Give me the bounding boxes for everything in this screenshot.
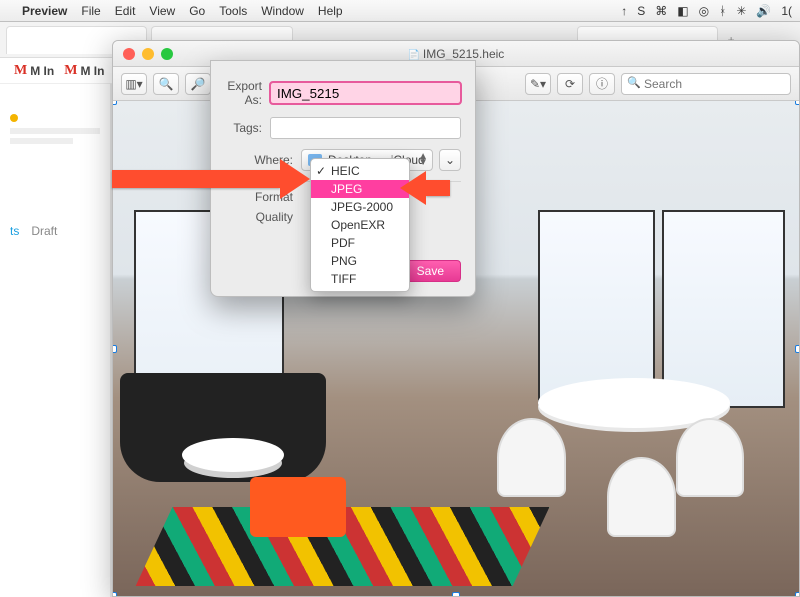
expand-where-button[interactable]: ⌄ <box>439 149 461 171</box>
selection-handle[interactable] <box>113 101 117 105</box>
sidebar-toggle-button[interactable]: ▥▾ <box>121 73 147 95</box>
quality-label: Quality <box>225 210 293 224</box>
minimize-icon[interactable] <box>142 48 154 60</box>
gmail-bookmark[interactable]: MM In <box>64 63 104 79</box>
toolbar-search[interactable] <box>621 73 791 95</box>
tags-input[interactable] <box>270 117 461 139</box>
bookmark-label: M In <box>30 64 54 78</box>
clock[interactable]: 1( <box>781 4 792 18</box>
menu-view[interactable]: View <box>149 4 175 18</box>
rotate-button[interactable]: ⟳ <box>557 73 583 95</box>
menu-tools[interactable]: Tools <box>219 4 247 18</box>
macos-menubar: Preview File Edit View Go Tools Window H… <box>0 0 800 22</box>
highlight-button[interactable]: ✎▾ <box>525 73 551 95</box>
format-dropdown[interactable]: HEIC JPEG JPEG-2000 OpenEXR PDF PNG TIFF <box>310 158 410 292</box>
export-filename-input[interactable] <box>270 82 461 104</box>
selection-handle[interactable] <box>113 345 117 353</box>
chevron-updown-icon: ▲▼ <box>418 154 428 166</box>
gmail-bookmark[interactable]: MM In <box>14 63 54 79</box>
format-option-tiff[interactable]: TIFF <box>311 270 409 288</box>
format-option-jpeg2000[interactable]: JPEG-2000 <box>311 198 409 216</box>
tags-label: Tags: <box>225 121 262 135</box>
selection-handle[interactable] <box>795 592 799 596</box>
menu-edit[interactable]: Edit <box>115 4 136 18</box>
window-title: IMG_5215.heic <box>113 47 799 61</box>
sync-icon[interactable]: ◎ <box>699 4 709 18</box>
menu-go[interactable]: Go <box>189 4 205 18</box>
volume-icon[interactable]: 🔊 <box>756 4 771 18</box>
background-page: ts Draft <box>0 84 110 597</box>
selection-handle[interactable] <box>795 101 799 105</box>
menu-file[interactable]: File <box>81 4 100 18</box>
app-name[interactable]: Preview <box>22 4 67 18</box>
display-icon[interactable]: ◧ <box>677 4 688 18</box>
maximize-icon[interactable] <box>161 48 173 60</box>
markup-button[interactable]: ⓘ <box>589 73 615 95</box>
format-option-openexr[interactable]: OpenEXR <box>311 216 409 234</box>
export-as-label: Export As: <box>225 79 262 107</box>
wifi-icon[interactable]: ✳ <box>736 4 746 18</box>
format-option-pdf[interactable]: PDF <box>311 234 409 252</box>
menu-help[interactable]: Help <box>318 4 343 18</box>
close-icon[interactable] <box>123 48 135 60</box>
zoom-in-button[interactable]: 🔎 <box>185 73 211 95</box>
annotation-arrow-left <box>112 170 280 188</box>
bookmark-label: M In <box>80 64 104 78</box>
selection-handle[interactable] <box>795 345 799 353</box>
selection-handle[interactable] <box>113 592 117 596</box>
keyboard-icon[interactable]: ⌘ <box>655 4 667 18</box>
format-option-heic[interactable]: HEIC <box>311 162 409 180</box>
format-option-png[interactable]: PNG <box>311 252 409 270</box>
zoom-out-button[interactable]: 🔍 <box>153 73 179 95</box>
s-icon[interactable]: S <box>637 4 645 18</box>
format-option-jpeg[interactable]: JPEG <box>311 180 409 198</box>
search-input[interactable] <box>621 73 791 95</box>
status-icons: ↑ S ⌘ ◧ ◎ ᚼ ✳ 🔊 1( <box>621 4 792 18</box>
bg-tab-draft[interactable]: Draft <box>31 224 57 238</box>
annotation-arrow-right <box>426 180 450 196</box>
menu-window[interactable]: Window <box>261 4 304 18</box>
arrow-up-icon[interactable]: ↑ <box>621 4 627 18</box>
selection-handle[interactable] <box>452 592 460 596</box>
bluetooth-icon[interactable]: ᚼ <box>719 4 726 18</box>
bg-tab-active[interactable]: ts <box>10 224 19 238</box>
